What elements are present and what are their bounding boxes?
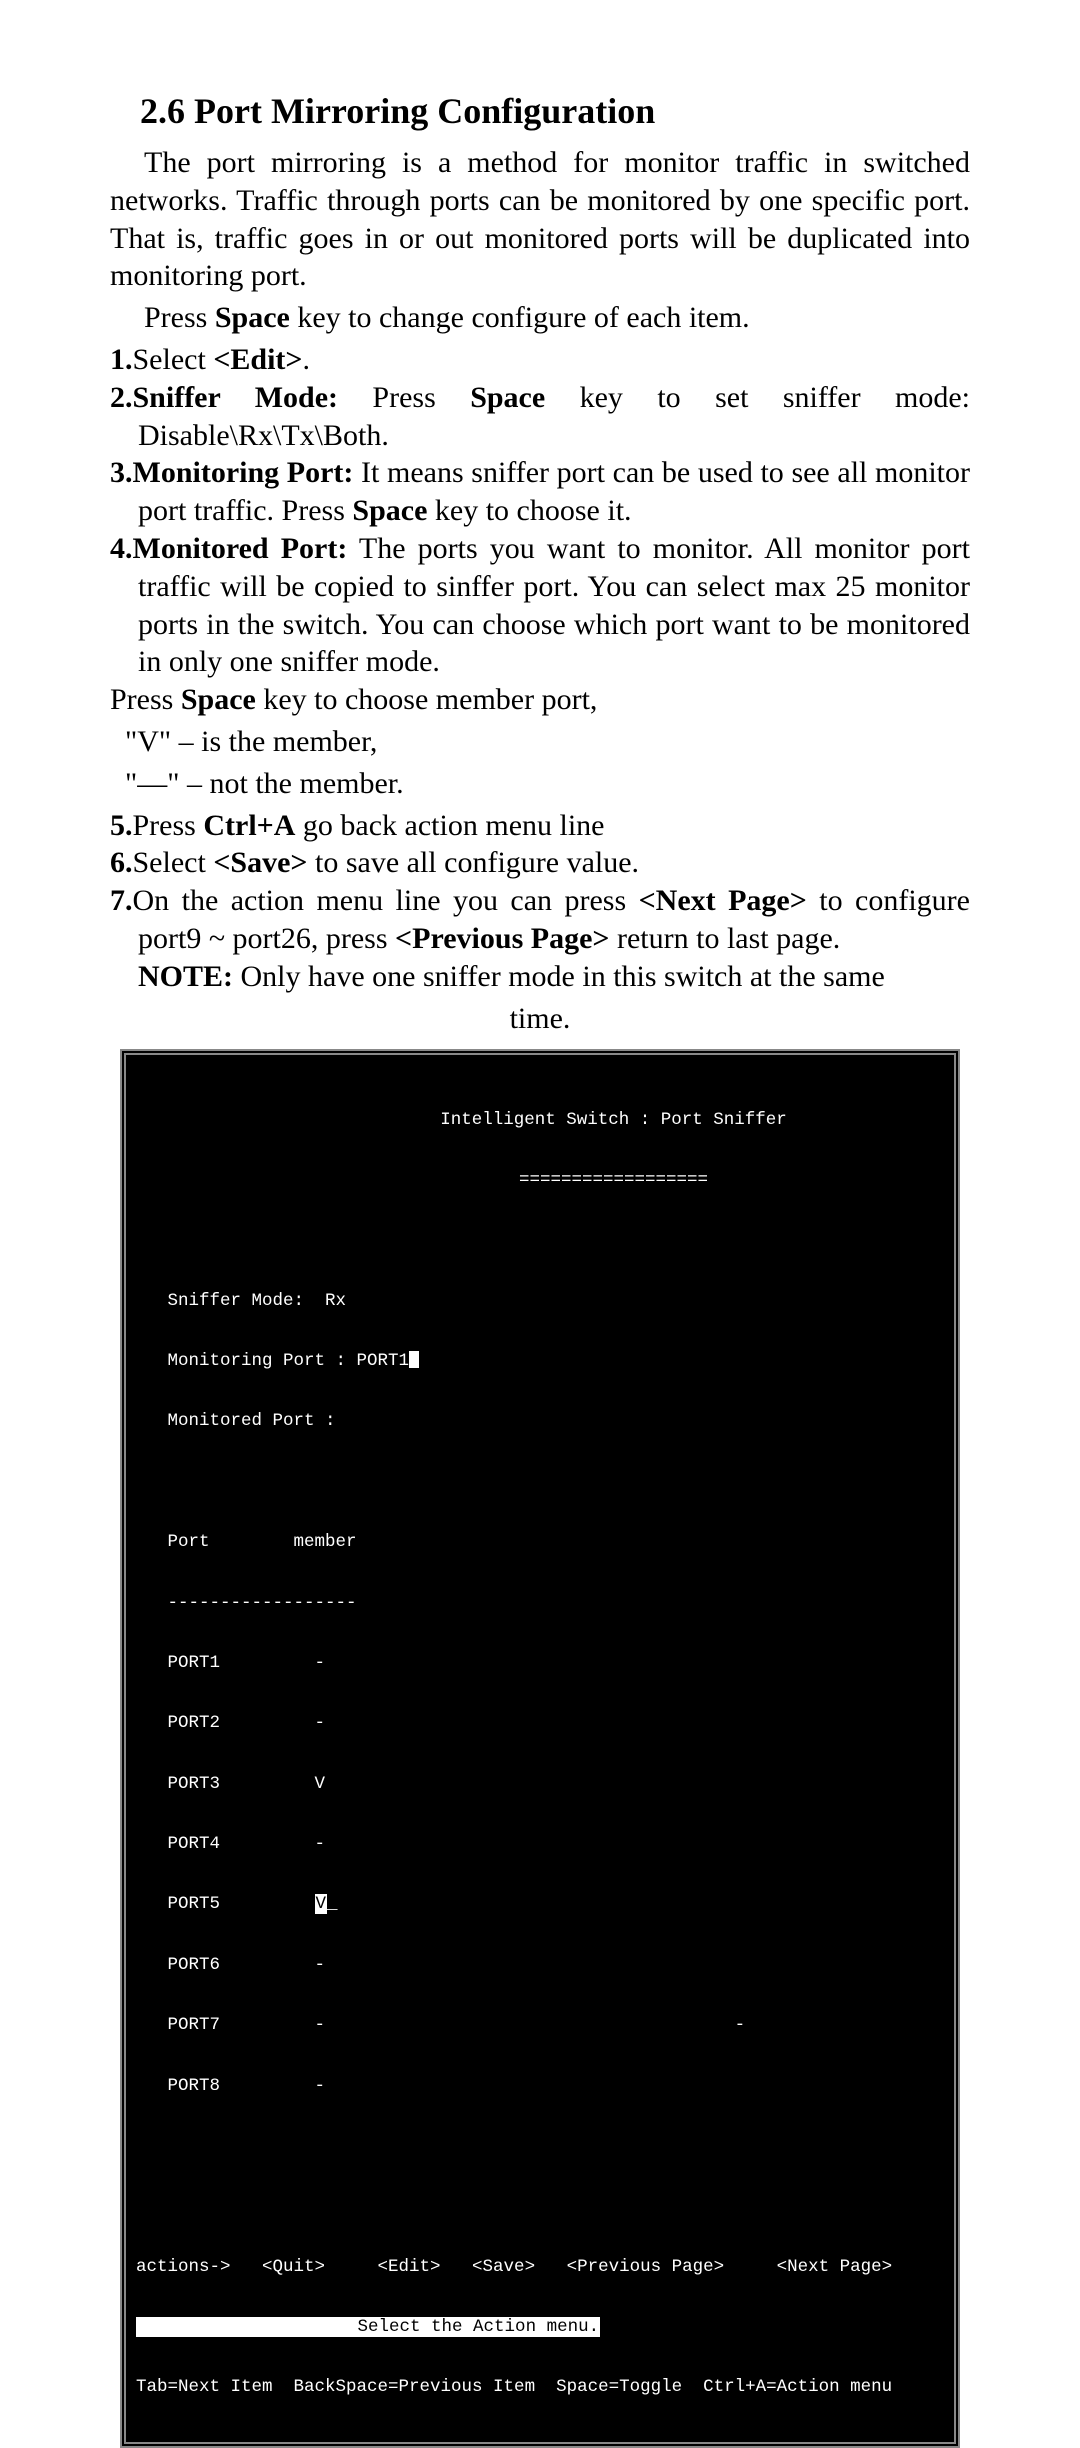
terminal-title-underline: ================== bbox=[136, 1170, 944, 1190]
step-1: 1.Select <Edit>. bbox=[110, 341, 970, 379]
choose-member-paragraph: Press Space key to choose member port, bbox=[110, 681, 970, 719]
step-7: 7.On the action menu line you can press … bbox=[110, 882, 970, 958]
text: Press bbox=[133, 809, 204, 842]
monitoring-port-row: Monitoring Port : PORT1 bbox=[136, 1351, 944, 1371]
blank-row bbox=[136, 2196, 944, 2216]
text: Press bbox=[144, 301, 215, 334]
text: Press bbox=[338, 381, 470, 414]
step-6: 6.Select <Save> to save all configure va… bbox=[110, 844, 970, 882]
inverse-text: Select the Action menu. bbox=[136, 2317, 600, 2337]
edit-tag: <Edit> bbox=[213, 343, 302, 376]
text: Monitoring Port : PORT1 bbox=[136, 1351, 409, 1371]
port-row: PORT1 - bbox=[136, 1653, 944, 1673]
monitored-port-row: Monitored Port : bbox=[136, 1411, 944, 1431]
intro-paragraph: The port mirroring is a method for monit… bbox=[110, 144, 970, 295]
note-label: NOTE: bbox=[138, 960, 233, 993]
text: return to last page. bbox=[610, 922, 841, 955]
next-page-tag: <Next Page> bbox=[639, 884, 807, 917]
terminal-title: Intelligent Switch : Port Sniffer bbox=[136, 1110, 944, 1130]
table-header-underline: ------------------ bbox=[136, 1593, 944, 1613]
port-row: PORT4 - bbox=[136, 1834, 944, 1854]
port-row: PORT8 - bbox=[136, 2076, 944, 2096]
key-space: Space bbox=[181, 683, 256, 716]
text: to save all configure value. bbox=[308, 846, 640, 879]
section-heading: 2.6 Port Mirroring Configuration bbox=[140, 90, 970, 132]
port-row: PORT6 - bbox=[136, 1955, 944, 1975]
key-ctrl-a: Ctrl+A bbox=[203, 809, 295, 842]
step-2: 2.Sniffer Mode: Press Space key to set s… bbox=[110, 379, 970, 455]
text: Press bbox=[110, 683, 181, 716]
note-line-1: NOTE: Only have one sniffer mode in this… bbox=[110, 958, 970, 996]
note-line-2: time. bbox=[110, 1000, 970, 1038]
port-row-selected: PORT5 V_ bbox=[136, 1894, 944, 1914]
cursor-icon bbox=[409, 1351, 419, 1368]
text: Select bbox=[133, 846, 214, 879]
actions-row: actions-> <Quit> <Edit> <Save> <Previous… bbox=[136, 2257, 944, 2277]
text: key to choose it. bbox=[427, 494, 631, 527]
page-number: 68 bbox=[0, 1461, 1080, 1491]
port-row: PORT3 V bbox=[136, 1774, 944, 1794]
selected-member-icon: V bbox=[315, 1894, 328, 1914]
step-num: 5. bbox=[110, 809, 133, 842]
help-row: Tab=Next Item BackSpace=Previous Item Sp… bbox=[136, 2377, 944, 2397]
text: PORT5 bbox=[136, 1894, 315, 1914]
legend-dash: "—" – not the member. bbox=[110, 765, 970, 803]
sniffer-mode-row: Sniffer Mode: Rx bbox=[136, 1291, 944, 1311]
step-5: 5.Press Ctrl+A go back action menu line bbox=[110, 807, 970, 845]
text: _ bbox=[327, 1894, 338, 1914]
legend-v: "V" – is the member, bbox=[110, 723, 970, 761]
table-header: Port member bbox=[136, 1532, 944, 1552]
step-3: 3.Monitoring Port: It means sniffer port… bbox=[110, 454, 970, 530]
port-row: PORT2 - bbox=[136, 1713, 944, 1733]
text: go back action menu line bbox=[295, 809, 604, 842]
text: . bbox=[303, 343, 311, 376]
page: 2.6 Port Mirroring Configuration The por… bbox=[0, 0, 1080, 1529]
step-4: 4.Monitored Port: The ports you want to … bbox=[110, 530, 970, 681]
text: Only have one sniffer mode in this switc… bbox=[233, 960, 885, 993]
step-label: 3.Monitoring Port: bbox=[110, 456, 353, 489]
press-space-paragraph: Press Space key to change configure of e… bbox=[110, 299, 970, 337]
text: Select bbox=[133, 343, 214, 376]
step-num: 7. bbox=[110, 884, 133, 917]
key-space: Space bbox=[470, 381, 545, 414]
key-space: Space bbox=[215, 301, 290, 334]
text: On the action menu line you can press bbox=[133, 884, 639, 917]
blank-row bbox=[136, 1230, 944, 1250]
save-tag: <Save> bbox=[213, 846, 307, 879]
blank-row bbox=[136, 2136, 944, 2156]
previous-page-tag: <Previous Page> bbox=[395, 922, 609, 955]
text: key to choose member port, bbox=[256, 683, 598, 716]
key-space: Space bbox=[352, 494, 427, 527]
port-row: PORT7 - - bbox=[136, 2015, 944, 2035]
step-num: 6. bbox=[110, 846, 133, 879]
step-num: 1. bbox=[110, 343, 133, 376]
select-action-row: Select the Action menu. bbox=[136, 2317, 944, 2337]
step-label: 4.Monitored Port: bbox=[110, 532, 347, 565]
terminal-window: Intelligent Switch : Port Sniffer ======… bbox=[120, 1049, 960, 2448]
text: key to change configure of each item. bbox=[290, 301, 750, 334]
step-label: 2.Sniffer Mode: bbox=[110, 381, 338, 414]
